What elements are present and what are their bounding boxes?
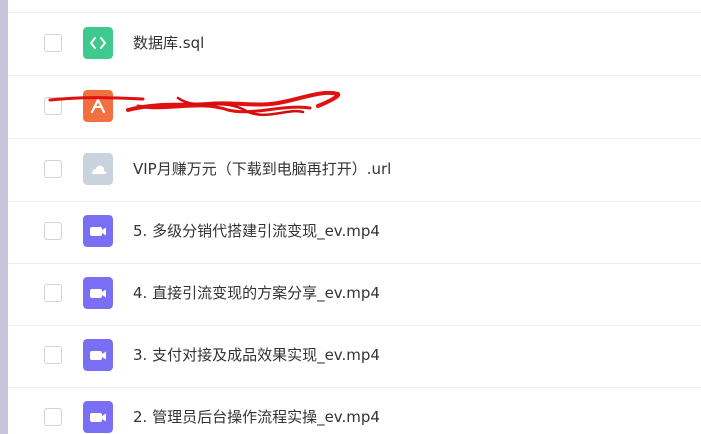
file-name[interactable]: 5. 多级分销代搭建引流变现_ev.mp4 (133, 221, 380, 241)
partial-row-top (8, 0, 701, 13)
row-checkbox[interactable] (44, 97, 62, 115)
file-name[interactable]: 数据库.sql (133, 33, 204, 53)
file-row[interactable]: 2. 管理员后台操作流程实操_ev.mp4 (8, 387, 701, 434)
file-row[interactable]: 4. 直接引流变现的方案分享_ev.mp4 (8, 263, 701, 326)
document-file-icon (83, 90, 113, 122)
video-file-icon (83, 215, 113, 247)
video-file-icon (83, 277, 113, 309)
file-row[interactable] (8, 76, 701, 139)
file-row[interactable]: VIP月赚万元（下载到电脑再打开）.url (8, 139, 701, 202)
sidebar-edge (0, 0, 8, 434)
row-checkbox[interactable] (44, 408, 62, 426)
row-checkbox[interactable] (44, 34, 62, 52)
file-name[interactable]: VIP月赚万元（下载到电脑再打开）.url (133, 159, 391, 179)
file-row[interactable]: 3. 支付对接及成品效果实现_ev.mp4 (8, 325, 701, 388)
link-file-icon (83, 153, 113, 185)
row-checkbox[interactable] (44, 284, 62, 302)
file-name[interactable]: 3. 支付对接及成品效果实现_ev.mp4 (133, 345, 380, 365)
file-browser-page: 数据库.sql VIP月赚万元（下载到电脑再打开）.url 5. 多级分销代搭建… (0, 0, 701, 434)
row-checkbox[interactable] (44, 346, 62, 364)
file-name[interactable]: 2. 管理员后台操作流程实操_ev.mp4 (133, 407, 380, 427)
file-row[interactable]: 数据库.sql (8, 13, 701, 76)
row-checkbox[interactable] (44, 160, 62, 178)
video-file-icon (83, 339, 113, 371)
file-name[interactable]: 4. 直接引流变现的方案分享_ev.mp4 (133, 283, 380, 303)
file-row[interactable]: 5. 多级分销代搭建引流变现_ev.mp4 (8, 201, 701, 264)
code-file-icon (83, 27, 113, 59)
file-list: 数据库.sql VIP月赚万元（下载到电脑再打开）.url 5. 多级分销代搭建… (8, 0, 701, 434)
row-checkbox[interactable] (44, 222, 62, 240)
video-file-icon (83, 401, 113, 433)
